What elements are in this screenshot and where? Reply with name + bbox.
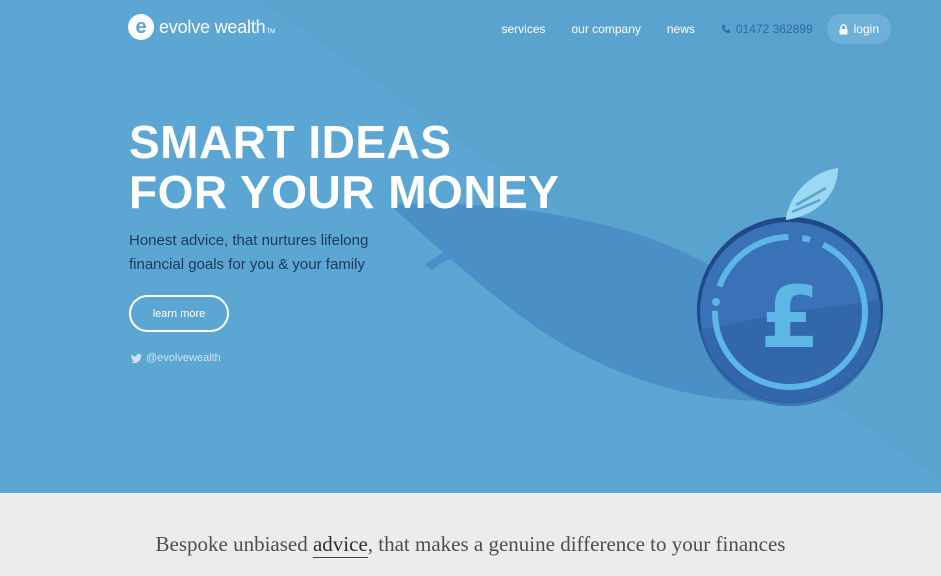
learn-more-button[interactable]: learn more <box>129 295 229 332</box>
twitter-icon <box>131 353 142 363</box>
twitter-handle: @evolvewealth <box>146 352 221 364</box>
lock-icon <box>839 23 848 34</box>
tagline-after: , that makes a genuine difference to you… <box>367 532 786 556</box>
login-button[interactable]: login <box>826 14 891 44</box>
pound-symbol: £ <box>760 268 820 368</box>
twitter-link[interactable]: @evolvewealth <box>131 352 221 364</box>
logo-text: evolve wealth <box>159 16 266 37</box>
main-nav: services our company news 01472 362899 l… <box>501 14 891 44</box>
hero-subheading: Honest advice, that nurtures lifelong fi… <box>129 229 459 277</box>
nav-link-news[interactable]: news <box>667 22 695 36</box>
headline-line-1: SMART IDEAS <box>129 116 452 168</box>
advice-link[interactable]: advice <box>312 532 368 558</box>
phone-number: 01472 362899 <box>735 22 813 36</box>
brand-logo[interactable]: e evolve wealth TM <box>128 13 275 41</box>
coin-dot <box>712 298 720 306</box>
subheading-line-2: financial goals for you & your family <box>129 256 365 273</box>
hero-headline: SMART IDEAS FOR YOUR MONEY <box>129 117 559 217</box>
logo-trademark: TM <box>266 29 276 35</box>
login-label: login <box>853 22 879 36</box>
hero-section: £ e evolve wealth TM services our compan… <box>0 0 941 493</box>
nav-link-our-company[interactable]: our company <box>572 22 641 36</box>
subheading-line-1: Honest advice, that nurtures lifelong <box>129 232 369 249</box>
nav-phone[interactable]: 01472 362899 <box>721 22 813 36</box>
nav-link-services[interactable]: services <box>501 22 545 36</box>
tagline-before: Bespoke unbiased <box>155 532 313 556</box>
headline-line-2: FOR YOUR MONEY <box>129 166 560 218</box>
logo-mark-icon: e <box>128 14 154 40</box>
tagline: Bespoke unbiased advice, that makes a ge… <box>0 532 941 558</box>
phone-icon <box>721 25 730 33</box>
